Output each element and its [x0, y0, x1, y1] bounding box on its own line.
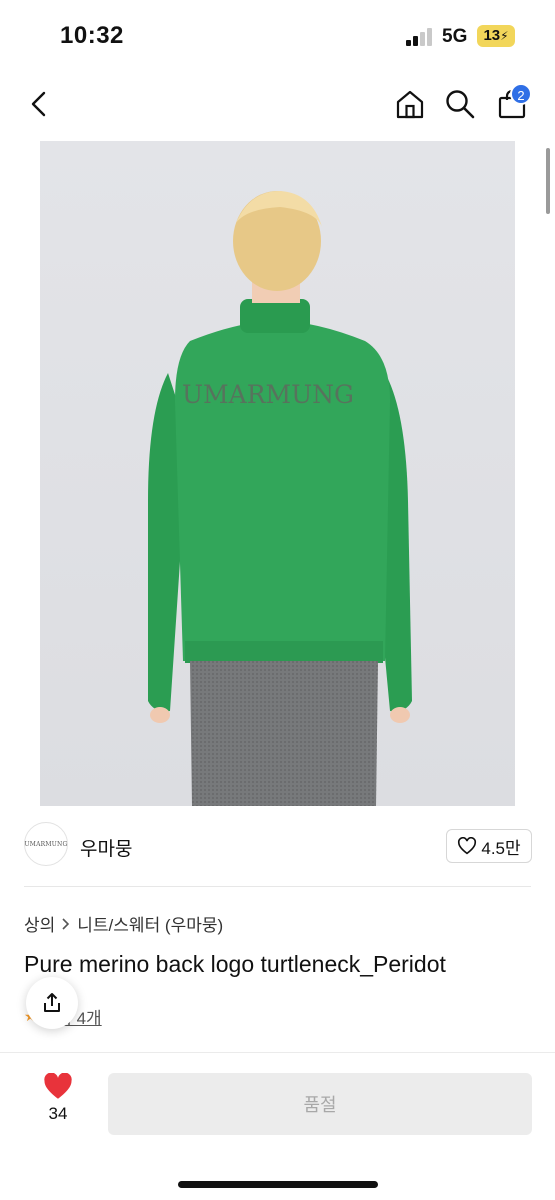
network-type: 5G: [442, 26, 468, 47]
home-icon: [396, 90, 424, 119]
chevron-left-icon: [31, 91, 46, 117]
battery-level: 13: [483, 27, 501, 44]
product-image[interactable]: UMARMUNG: [40, 141, 515, 806]
model-illustration: UMARMUNG: [148, 191, 412, 806]
battery-icon: 13⚡: [477, 25, 515, 47]
cellular-signal-icon: [406, 28, 434, 46]
share-button[interactable]: [26, 977, 78, 1029]
wishlist-count: 34: [48, 1104, 68, 1123]
app-header: [0, 70, 555, 140]
breadcrumb: 상의 니트/스웨터 (우마뭉): [24, 911, 223, 936]
product-title: Pure merino back logo turtleneck_Peridot: [24, 951, 446, 977]
chevron-right-icon: [62, 917, 70, 930]
status-bar: 10:32 5G 13⚡: [0, 0, 555, 70]
sold-out-button[interactable]: 품절: [108, 1073, 532, 1135]
breadcrumb-subcategory[interactable]: 니트/스웨터 (우마뭉): [77, 911, 223, 936]
brand-like-button[interactable]: 4.5만: [446, 829, 532, 863]
brand-logo[interactable]: UMARMUNG: [24, 822, 68, 866]
search-icon: [446, 90, 475, 119]
home-indicator[interactable]: [178, 1181, 378, 1188]
brand-name[interactable]: 우마뭉: [80, 834, 132, 861]
heart-filled-icon: [44, 1073, 72, 1099]
status-time: 10:32: [60, 22, 124, 49]
home-button[interactable]: [390, 84, 430, 124]
breadcrumb-category[interactable]: 상의: [24, 911, 55, 936]
sweater-logo-text: UMARMUNG: [182, 380, 354, 409]
bottom-action-bar: 34 품절: [0, 1052, 555, 1200]
divider: [24, 886, 531, 887]
brand-row[interactable]: UMARMUNG 우마뭉 4.5만: [0, 806, 555, 886]
heart-outline-icon: [458, 837, 477, 855]
wishlist-button[interactable]: 34: [30, 1073, 86, 1137]
back-button[interactable]: [20, 84, 60, 124]
cart-count-badge: 2: [510, 83, 532, 105]
scroll-indicator[interactable]: [546, 148, 550, 214]
brand-like-count: 4.5만: [481, 838, 521, 858]
brand-logo-text: UMARMUNG: [24, 840, 68, 848]
search-button[interactable]: [440, 84, 480, 124]
share-icon: [44, 993, 60, 1012]
